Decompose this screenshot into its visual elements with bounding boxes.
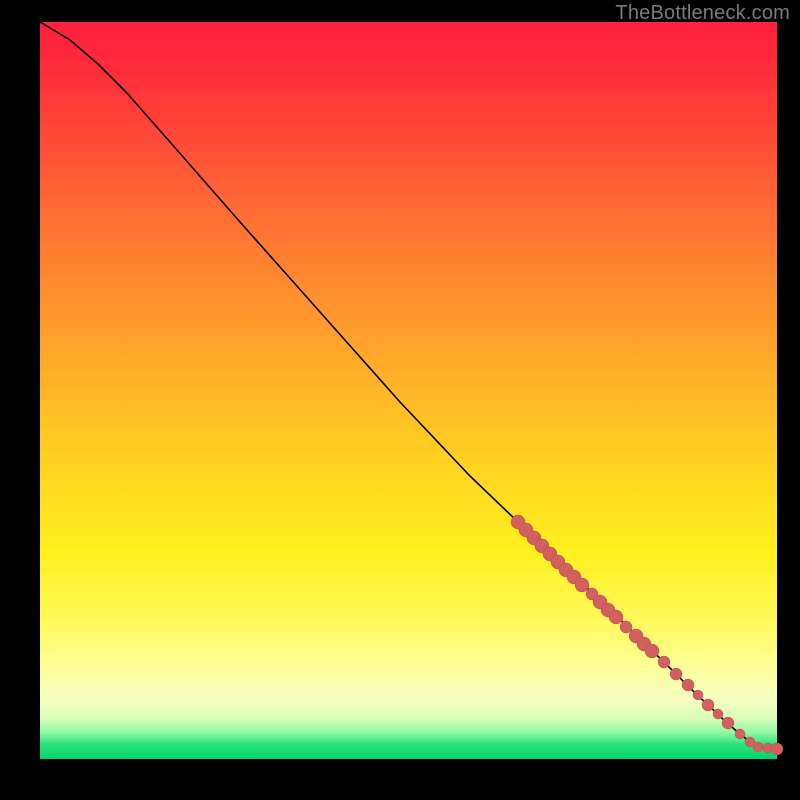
plot-area xyxy=(40,22,777,759)
highlight-dot xyxy=(713,709,723,719)
highlight-dots-group xyxy=(511,515,783,755)
highlight-dot xyxy=(670,668,682,680)
highlight-dot xyxy=(682,679,694,691)
highlight-dot xyxy=(722,717,734,729)
highlight-dot xyxy=(658,656,670,668)
chart-svg xyxy=(40,22,777,759)
highlight-dot xyxy=(645,644,659,658)
highlight-dot xyxy=(702,699,714,711)
highlight-dot xyxy=(609,610,623,624)
outer-frame: TheBottleneck.com xyxy=(0,0,800,800)
highlight-dot xyxy=(771,743,783,755)
highlight-dot xyxy=(620,621,632,633)
curve-line xyxy=(40,22,777,749)
highlight-dot xyxy=(693,690,703,700)
highlight-dot xyxy=(735,729,745,739)
highlight-dot xyxy=(575,578,589,592)
highlight-dot xyxy=(753,742,763,752)
